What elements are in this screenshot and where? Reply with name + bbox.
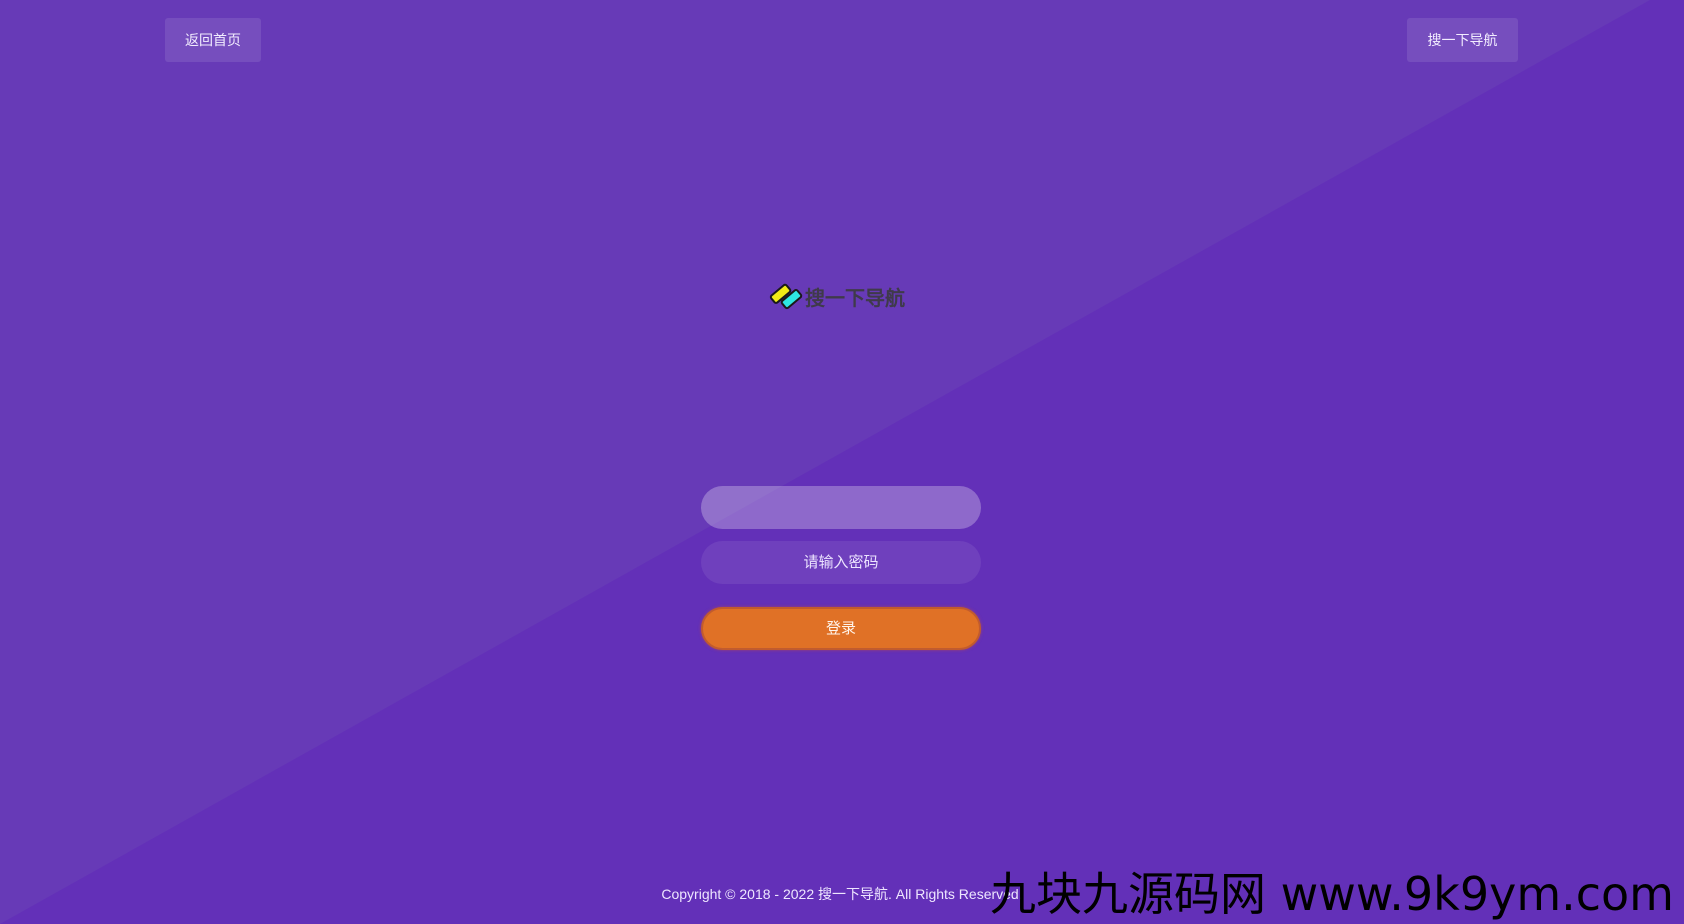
site-logo: 搜一下导航 xyxy=(767,278,905,314)
password-input[interactable] xyxy=(701,541,981,584)
username-input[interactable] xyxy=(701,486,981,529)
logo-text: 搜一下导航 xyxy=(805,285,905,310)
back-home-button[interactable]: 返回首页 xyxy=(165,18,261,62)
login-button[interactable]: 登录 xyxy=(701,607,981,650)
brand-nav-button[interactable]: 搜一下导航 xyxy=(1407,18,1518,62)
lightning-logo-icon xyxy=(769,283,803,310)
background-diagonal xyxy=(0,0,1684,924)
watermark-text: 九块九源码网 www.9k9ym.com xyxy=(990,867,1674,921)
